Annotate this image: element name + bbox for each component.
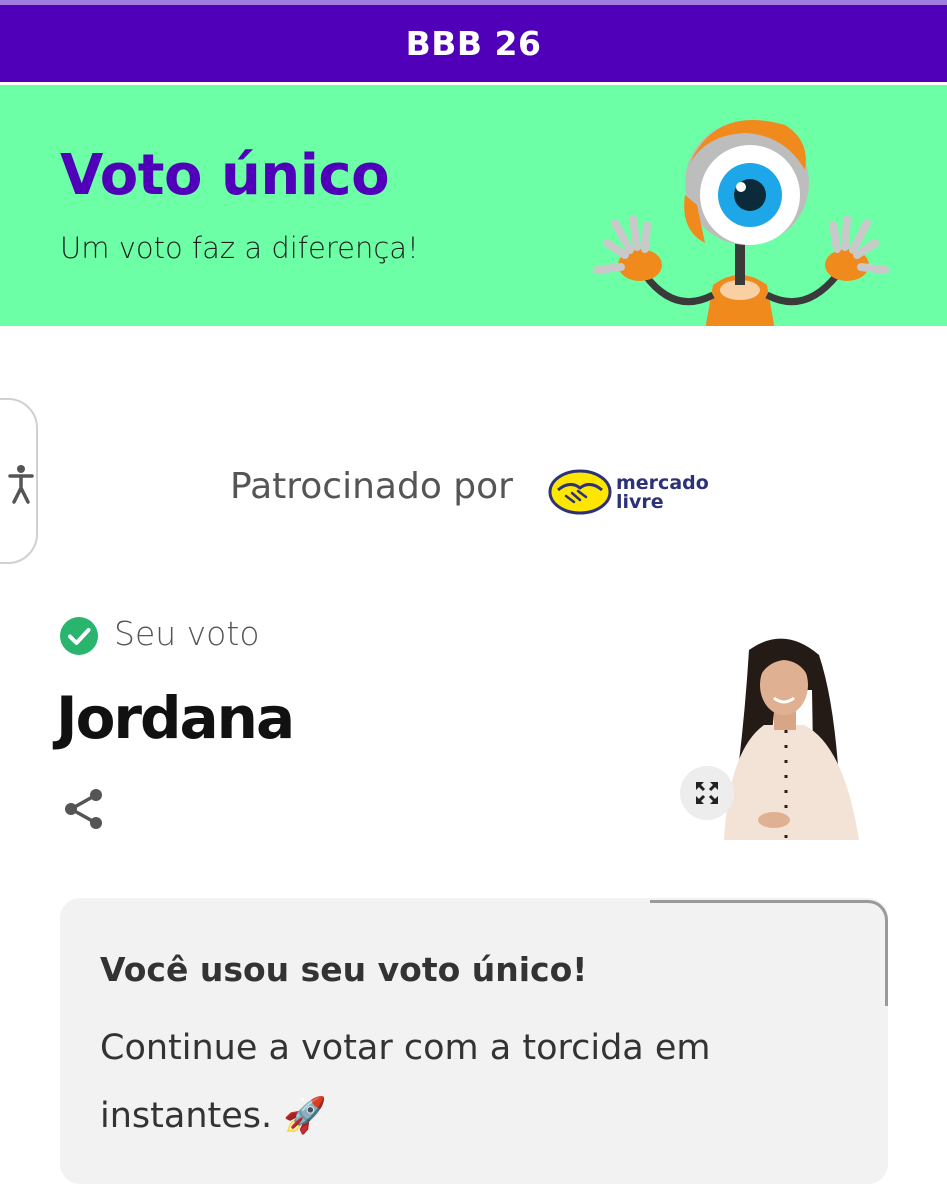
candidate-name: Jordana [56,684,295,752]
accessibility-person-icon [8,465,34,504]
share-icon[interactable] [62,786,108,832]
sponsor-label: Patrocinado por [230,466,513,507]
hero-banner: Voto único Um voto faz a diferença! [0,85,947,326]
mercado-livre-logo[interactable]: mercado livre [548,466,718,518]
card-title: Você usou seu voto único! [100,950,588,989]
program-title: BBB 26 [405,24,542,63]
accessibility-tab[interactable] [0,398,38,564]
big-brother-eye-mascot-icon [593,120,889,326]
hero-subtitle: Um voto faz a diferença! [60,231,419,265]
hero-title: Voto único [60,143,390,208]
card-body: Continue a votar com a torcida em instan… [100,1028,711,1136]
vote-status-label: Seu voto [114,614,260,653]
logo-text-livre: livre [616,491,664,513]
check-circle-icon [60,617,98,655]
expand-photo-button[interactable] [680,766,734,820]
top-bar: BBB 26 [0,0,947,82]
expand-icon [696,782,718,804]
